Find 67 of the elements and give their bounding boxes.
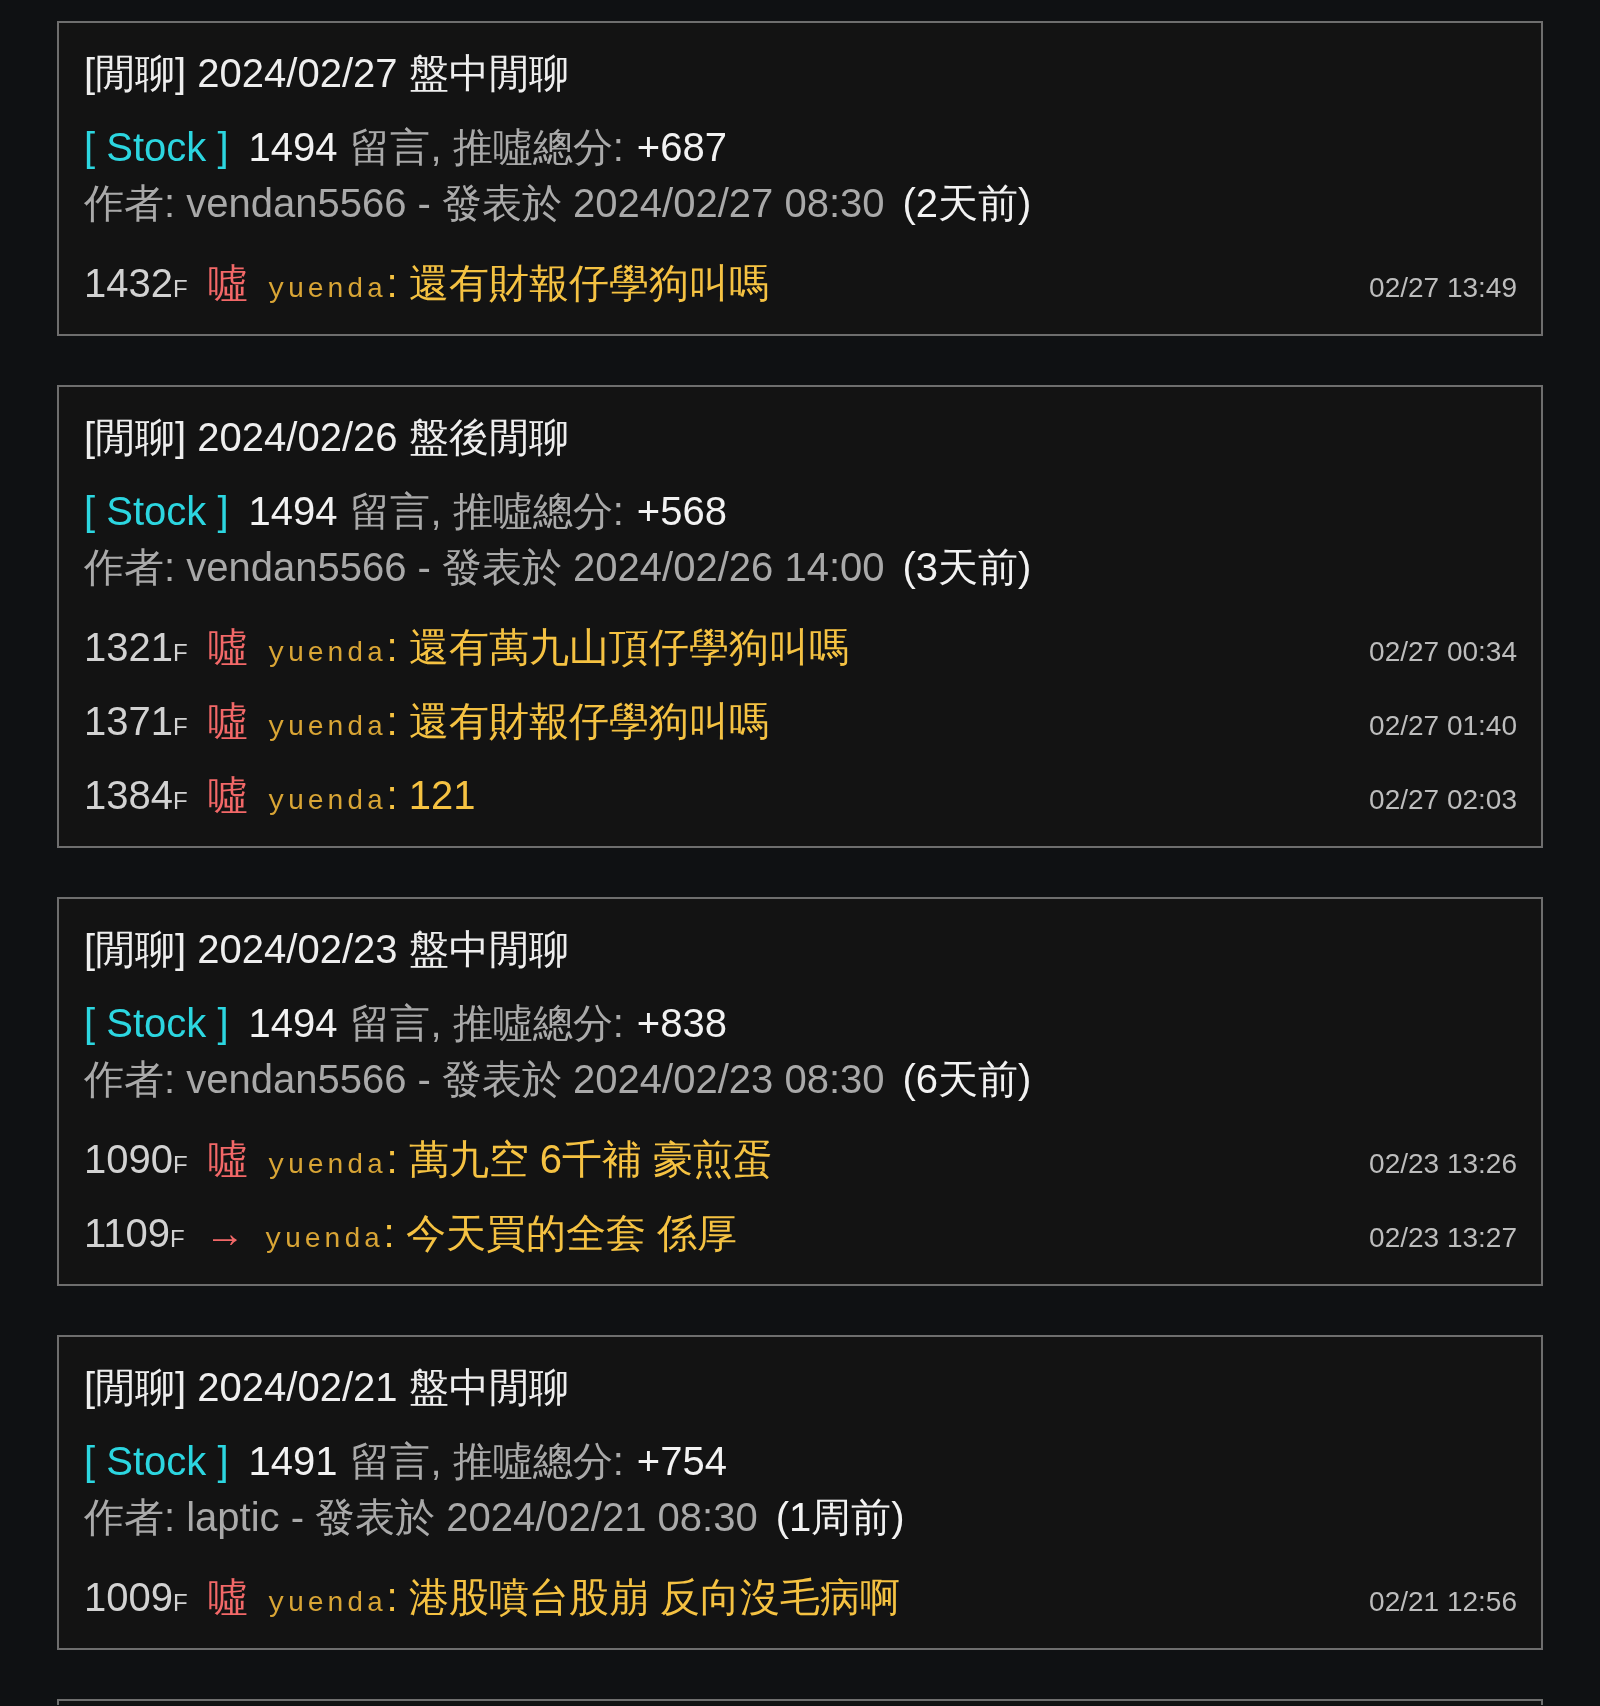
- comment-user: yuenda: [264, 1223, 384, 1257]
- post-age: (2天前): [902, 180, 1032, 226]
- score-value: +687: [636, 124, 727, 170]
- comment-text: : 還有萬九山頂仔學狗叫嗎: [386, 624, 849, 670]
- push-tag: →: [204, 1210, 245, 1256]
- post-title: [閒聊] 2024/02/23 盤中閒聊: [84, 926, 569, 972]
- board-label: [ Stock ]: [84, 1000, 229, 1046]
- comment-user: yuenda: [267, 711, 387, 745]
- board-label: [ Stock ]: [84, 124, 229, 170]
- board-label: [ Stock ]: [84, 1438, 229, 1484]
- comment-count: 1494: [248, 1000, 338, 1046]
- comment-time: 02/23 13:27: [1369, 1221, 1517, 1255]
- post-title: [閒聊] 2024/02/21 盤中閒聊: [84, 1364, 569, 1410]
- author-byline: 作者: vendan5566 - 發表於 2024/02/23 08:30: [84, 1056, 885, 1102]
- author-byline: 作者: laptic - 發表於 2024/02/21 08:30: [84, 1494, 758, 1540]
- floor-number: 1432F: [84, 260, 188, 307]
- floor-number: 1371F: [84, 698, 188, 745]
- post-age: (3天前): [902, 544, 1032, 590]
- comment-user: yuenda: [267, 1587, 387, 1621]
- comment-text: : 萬九空 6千補 豪煎蛋: [386, 1136, 774, 1182]
- comment-count: 1494: [248, 488, 338, 534]
- comment-text: : 港股噴台股崩 反向沒毛病啊: [386, 1574, 900, 1620]
- comment-text: : 還有財報仔學狗叫嗎: [386, 260, 769, 306]
- push-tag: 噓: [207, 772, 248, 818]
- floor-number: 1009F: [84, 1574, 188, 1621]
- comment-time: 02/21 12:56: [1369, 1585, 1517, 1619]
- score-value: +838: [636, 1000, 727, 1046]
- floor-number: 1109F: [84, 1210, 185, 1257]
- floor-number: 1321F: [84, 624, 188, 671]
- post-card[interactable]: [閒聊] 2024/02/23 盤中閒聊 [ Stock ] 1494 留言, 推噓總分: +838 作者: vendan5566 - 發表於 2024/02/23 08:30 (6天前) 1090F 噓 yuenda: 萬九空 6千補 豪煎蛋 02/23 13:26 1109F → yuenda: 今天買的全套 係厚 02/23 13:27: [57, 897, 1543, 1286]
- comment-count: 1491: [248, 1438, 338, 1484]
- comment-time: 02/27 01:40: [1369, 709, 1517, 743]
- floor-number: 1384F: [84, 772, 188, 819]
- post-card[interactable]: [閒聊] 2024/02/27 盤中閒聊 [ Stock ] 1494 留言, 推噓總分: +687 作者: vendan5566 - 發表於 2024/02/27 08:30 (2天前) 1432F 噓 yuenda: 還有財報仔學狗叫嗎 02/27 13:49: [57, 21, 1543, 336]
- push-tag: 噓: [207, 698, 248, 744]
- stats-label: 留言, 推噓總分:: [350, 1000, 624, 1046]
- comment-time: 02/27 13:49: [1369, 271, 1517, 305]
- floor-number: 1090F: [84, 1136, 188, 1183]
- board-label: [ Stock ]: [84, 488, 229, 534]
- author-byline: 作者: vendan5566 - 發表於 2024/02/26 14:00: [84, 544, 885, 590]
- comment-user: yuenda: [267, 273, 387, 307]
- post-title: [閒聊] 2024/02/27 盤中閒聊: [84, 50, 569, 96]
- stats-label: 留言, 推噓總分:: [350, 1438, 624, 1484]
- comment-text: : 121: [386, 772, 476, 818]
- stats-label: 留言, 推噓總分:: [350, 124, 624, 170]
- post-age: (6天前): [902, 1056, 1032, 1102]
- post-age: (1周前): [775, 1494, 905, 1540]
- score-value: +568: [636, 488, 727, 534]
- comment-time: 02/23 13:26: [1369, 1147, 1517, 1181]
- stats-label: 留言, 推噓總分:: [350, 488, 624, 534]
- comment-user: yuenda: [267, 637, 387, 671]
- comment-text: : 今天買的全套 係厚: [383, 1210, 737, 1256]
- post-card[interactable]: [57, 385, 1543, 848]
- push-tag: 噓: [207, 1574, 248, 1620]
- push-tag: 噓: [207, 1136, 248, 1182]
- author-byline: 作者: vendan5566 - 發表於 2024/02/27 08:30: [84, 180, 885, 226]
- post-title: [閒聊] 2024/02/26 盤後閒聊: [84, 414, 569, 460]
- push-tag: 噓: [207, 624, 248, 670]
- post-card[interactable]: [閒聊] 2024/02/21 盤中閒聊 [ Stock ] 1491 留言, 推噓總分: +754 作者: laptic - 發表於 2024/02/21 08:30 (1周前) 1009F 噓 yuenda: 港股噴台股崩 反向沒毛病啊 02/21 12:56: [57, 1335, 1543, 1650]
- comment-user: yuenda: [267, 1149, 387, 1183]
- comment-text: : 還有財報仔學狗叫嗎: [386, 698, 769, 744]
- score-value: +754: [636, 1438, 727, 1484]
- comment-time: 02/27 00:34: [1369, 635, 1517, 669]
- comment-time: 02/27 02:03: [1369, 783, 1517, 817]
- comment-count: 1494: [248, 124, 338, 170]
- comment-user: yuenda: [267, 785, 387, 819]
- push-tag: 噓: [207, 260, 248, 306]
